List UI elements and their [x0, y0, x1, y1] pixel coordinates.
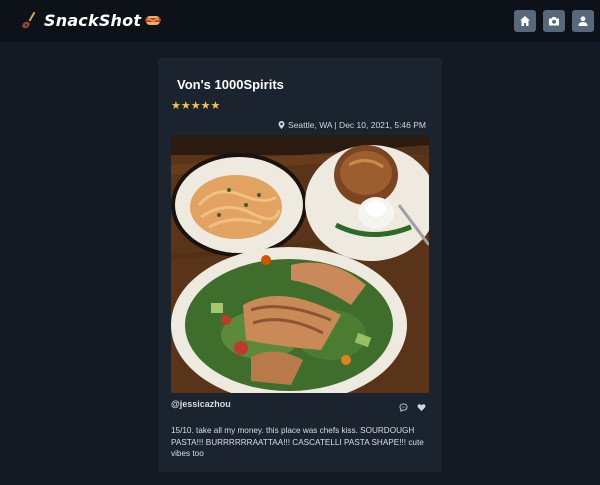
location-pin-icon — [278, 121, 285, 129]
post-username[interactable]: @jessicazhou — [171, 399, 231, 409]
heart-icon[interactable] — [417, 403, 426, 412]
top-navigation-bar: SnackShot — [0, 0, 600, 42]
hotdog-logo-icon — [145, 16, 162, 25]
food-photo[interactable] — [171, 135, 429, 393]
post-meta: Seattle, WA | Dec 10, 2021, 5:46 PM — [278, 120, 426, 130]
home-button[interactable] — [514, 10, 536, 32]
location-datetime: Seattle, WA | Dec 10, 2021, 5:46 PM — [288, 120, 426, 130]
home-icon — [520, 16, 530, 26]
post-card: Von's 1000Spirits ★★★★★ Seattle, WA | De… — [158, 58, 442, 472]
camera-button[interactable] — [543, 10, 565, 32]
post-actions — [399, 403, 426, 412]
comment-icon[interactable] — [399, 403, 408, 412]
app-title: SnackShot — [44, 10, 142, 30]
post-caption: 15/10. take all my money. this place was… — [171, 426, 424, 458]
profile-button[interactable] — [572, 10, 594, 32]
app-logo[interactable]: SnackShot — [20, 10, 162, 30]
camera-icon — [549, 17, 559, 26]
food-photo-image — [171, 135, 429, 393]
star-rating: ★★★★★ — [171, 100, 221, 112]
place-title[interactable]: Von's 1000Spirits — [177, 77, 284, 92]
nav-buttons — [514, 10, 594, 32]
user-icon — [578, 16, 588, 26]
guitar-logo-icon — [22, 11, 36, 29]
